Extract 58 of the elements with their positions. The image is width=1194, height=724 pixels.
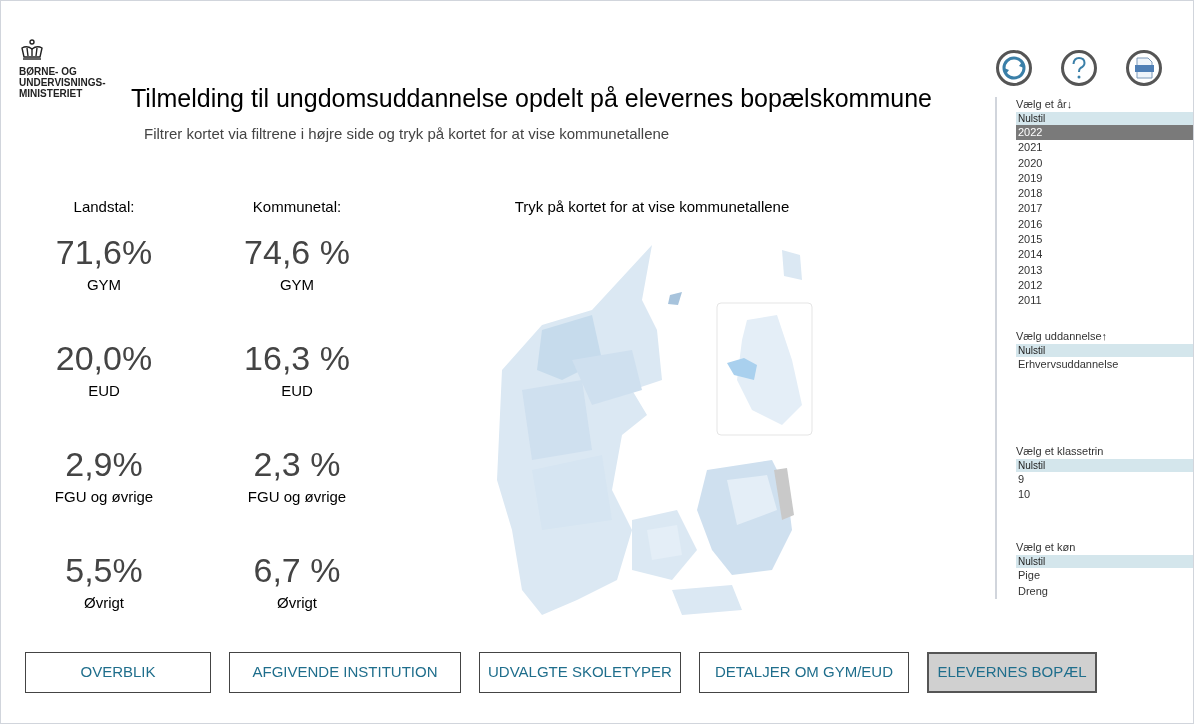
filter-option[interactable]: 9 [1016,471,1193,488]
filter-option[interactable]: 2020 [1016,155,1193,171]
filter-title: Vælg et køn [1016,540,1077,556]
filter-title: Vælg et år↓ [1016,97,1074,112]
filter-option[interactable]: 2022 [1016,125,1193,141]
stat-value: 2,3 % [253,444,341,484]
filter-option[interactable]: 2012 [1016,277,1193,294]
stat-value: 74,6 % [244,232,350,272]
stat-label: FGU og øvrige [54,487,154,507]
stat-label: Øvrigt [84,593,124,613]
stat-label: EUD [88,381,120,401]
logo-text: MINISTERIET [19,88,84,99]
nav-button[interactable]: DETALJER OM GYM/EUD [699,652,909,693]
filter-option[interactable]: 2019 [1016,170,1193,187]
filter-option[interactable]: Dreng [1016,583,1193,600]
filter-option[interactable]: 2015 [1016,232,1193,248]
stat-value: 16,3 % [244,338,350,378]
refresh-icon[interactable] [995,49,1033,87]
filter-option[interactable]: Pige [1016,568,1193,584]
stat-value: 20,0% [55,338,153,378]
filter-option[interactable]: 2017 [1016,201,1193,217]
stat-heading: Landstal: [73,196,135,217]
filter-option[interactable]: 2016 [1016,216,1193,233]
stat-label: Øvrigt [277,593,317,613]
stat-label: GYM [279,275,315,295]
pdf-icon[interactable] [1125,49,1163,87]
filter-option[interactable]: Erhvervsuddannelse [1016,356,1193,372]
stat-heading: Kommunetal: [252,196,342,217]
filter-title: Vælg uddannelse↑ [1016,328,1109,344]
reset-option[interactable]: Nulstil [1016,458,1193,472]
filter-option[interactable]: 2018 [1016,186,1193,202]
filter-option[interactable]: 10 [1016,487,1193,503]
nav-button[interactable]: UDVALGTE SKOLETYPER [479,652,681,693]
nav-button[interactable]: OVERBLIK [25,652,211,693]
reset-option[interactable]: Nulstil [1016,112,1193,125]
help-icon[interactable] [1060,49,1098,87]
filter-option[interactable]: 2011 [1016,293,1193,309]
filter-option[interactable]: 2021 [1016,140,1193,156]
stat-value: 5,5% [65,550,143,590]
logo-text: UNDERVISNINGS- [19,77,107,88]
filter-option[interactable]: 2014 [1016,247,1193,263]
map-caption: Tryk på kortet for at vise kommunetallene [514,196,790,217]
reset-option[interactable]: Nulstil [1016,555,1193,569]
filter-title: Vælg et klassetrin [1016,443,1105,459]
stat-label: FGU og øvrige [247,487,347,507]
stat-value: 6,7 % [253,550,341,590]
filter-option[interactable]: 2013 [1016,262,1193,278]
nav-button[interactable]: AFGIVENDE INSTITUTION [229,652,461,693]
stat-value: 2,9% [65,444,143,484]
stat-label: GYM [86,275,122,295]
nav-button[interactable]: ELEVERNES BOPÆL [927,652,1097,693]
crown-icon [19,39,45,61]
subtitle: Filtrer kortet via filtrene i højre side og tryk på kortet for at vise kommunetallene [144,124,671,144]
reset-option[interactable]: Nulstil [1016,343,1193,357]
stat-value: 71,6% [55,232,153,272]
stat-label: EUD [281,381,313,401]
page-title: Tilmelding til ungdomsuddannelse opdelt på elevernes bopælskommune [131,83,932,113]
logo-text: BØRNE- OG [19,66,78,77]
